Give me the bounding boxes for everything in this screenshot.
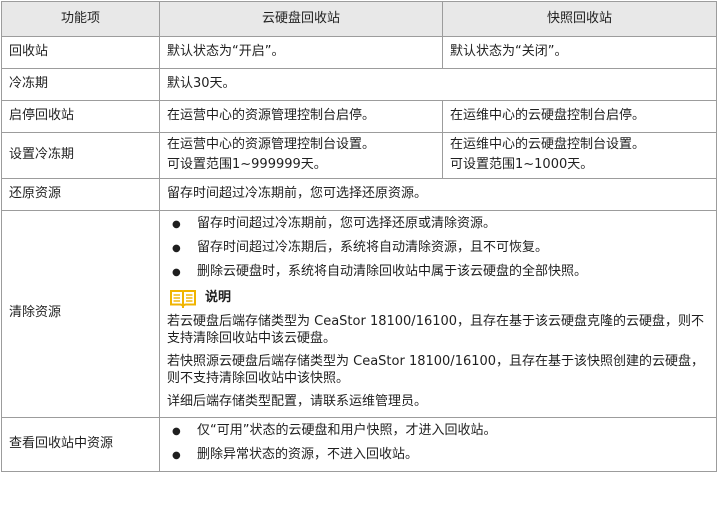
row-label: 清除资源 [1,209,160,418]
cell-line: 可设置范围1~999999天。 [167,157,327,173]
book-icon [169,288,197,310]
table-row-recycle: 回收站 默认状态为“开启”。 默认状态为“关闭”。 [1,36,717,69]
cell-merged: 留存时间超过冷冻期前，您可选择还原资源。 [159,177,717,211]
table-row-toggle: 启停回收站 在运营中心的资源管理控制台启停。 在运维中心的云硬盘控制台启停。 [1,100,717,133]
bullet-list: 仅“可用”状态的云硬盘和用户快照，才进入回收站。 删除异常状态的资源，不进入回收… [167,423,709,465]
cell-line: 可设置范围1~1000天。 [450,157,594,173]
cell-snapshot: 默认状态为“关闭”。 [442,36,717,69]
cell-snapshot: 在运维中心的云硬盘控制台设置。 可设置范围1~1000天。 [442,132,717,179]
cell-disk: 在运营中心的资源管理控制台启停。 [159,100,443,133]
row-label: 启停回收站 [1,100,160,133]
cell-merged: 仅“可用”状态的云硬盘和用户快照，才进入回收站。 删除异常状态的资源，不进入回收… [159,416,717,473]
cell-merged: 留存时间超过冷冻期前，您可选择还原或清除资源。 留存时间超过冷冻期后，系统将自动… [159,209,717,418]
list-item: 删除异常状态的资源，不进入回收站。 [167,447,709,464]
cell-merged: 默认30天。 [159,68,717,101]
note-paragraph: 若快照源云硬盘后端存储类型为 CeaStor 18100/16100，且存在基于… [167,354,705,386]
row-label: 设置冷冻期 [1,132,160,179]
note-header: 说明 [169,288,709,310]
list-item: 删除云硬盘时，系统将自动清除回收站中属于该云硬盘的全部快照。 [167,264,709,281]
list-item: 仅“可用”状态的云硬盘和用户快照，才进入回收站。 [167,423,709,440]
recycle-bin-comparison-table: 功能项 云硬盘回收站 快照回收站 回收站 默认状态为“开启”。 默认状态为“关闭… [1,1,717,473]
table-row-restore: 还原资源 留存时间超过冷冻期前，您可选择还原资源。 [1,177,717,211]
cell-disk: 默认状态为“开启”。 [159,36,443,69]
table-row-clear: 清除资源 留存时间超过冷冻期前，您可选择还原或清除资源。 留存时间超过冷冻期后，… [1,209,717,418]
note-title: 说明 [205,290,232,306]
cell-disk: 在运营中心的资源管理控制台设置。 可设置范围1~999999天。 [159,132,443,179]
cell-line: 在运营中心的资源管理控制台设置。 [167,137,376,152]
header-feature: 功能项 [1,1,160,37]
row-label: 回收站 [1,36,160,69]
table-row-freeze: 冷冻期 默认30天。 [1,68,717,101]
header-snapshot-recycle: 快照回收站 [442,1,717,37]
table-header-row: 功能项 云硬盘回收站 快照回收站 [1,1,717,37]
bullet-list: 留存时间超过冷冻期前，您可选择还原或清除资源。 留存时间超过冷冻期后，系统将自动… [167,216,709,282]
cell-snapshot: 在运维中心的云硬盘控制台启停。 [442,100,717,133]
row-label: 查看回收站中资源 [1,416,160,473]
table-row-freeze-setting: 设置冷冻期 在运营中心的资源管理控制台设置。 可设置范围1~999999天。 在… [1,132,717,179]
header-disk-recycle: 云硬盘回收站 [159,1,443,37]
row-label: 还原资源 [1,177,160,211]
cell-line: 在运维中心的云硬盘控制台设置。 [450,137,646,152]
list-item: 留存时间超过冷冻期前，您可选择还原或清除资源。 [167,216,709,233]
table-row-view: 查看回收站中资源 仅“可用”状态的云硬盘和用户快照，才进入回收站。 删除异常状态… [1,416,717,473]
note-paragraph: 若云硬盘后端存储类型为 CeaStor 18100/16100，且存在基于该云硬… [167,314,705,347]
row-label: 冷冻期 [1,68,160,101]
note-paragraph: 详细后端存储类型配置，请联系运维管理员。 [167,393,428,409]
list-item: 留存时间超过冷冻期后，系统将自动清除资源，且不可恢复。 [167,240,709,257]
